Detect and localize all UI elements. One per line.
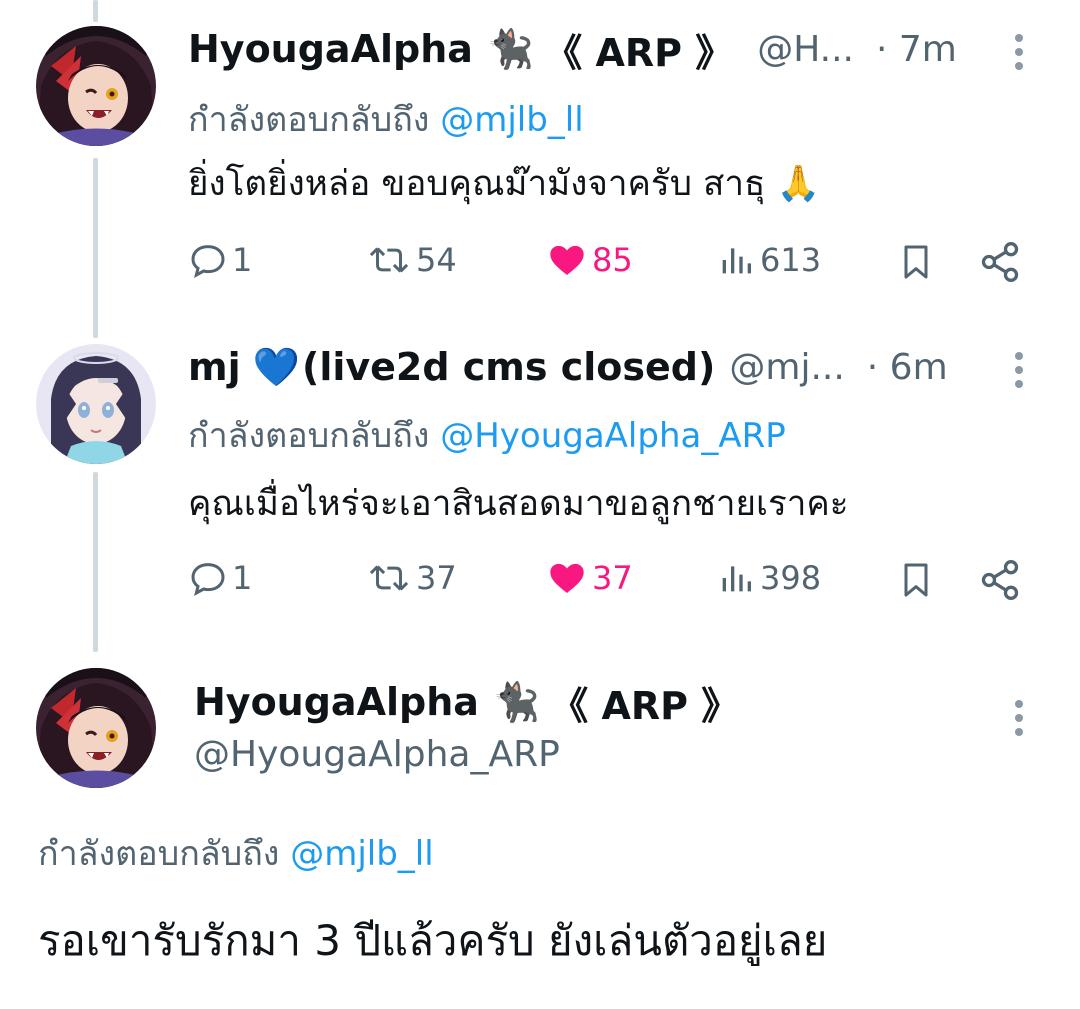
name-tag: 《 ARP 》 bbox=[550, 683, 740, 728]
reply-button[interactable]: 1 bbox=[188, 558, 252, 598]
display-name[interactable]: HyougaAlpha bbox=[194, 680, 479, 724]
reply-count: 1 bbox=[232, 559, 253, 597]
main-tweet-text: รอเขารับรักมา 3 ปีแล้วครับ ยังเล่นตัวอยู… bbox=[38, 916, 828, 965]
retweet-count: 54 bbox=[416, 241, 457, 279]
like-count: 37 bbox=[592, 559, 633, 597]
timestamp[interactable]: · 7m bbox=[876, 29, 957, 70]
tweet-header: HyougaAlpha 🐈‍⬛ 《 ARP 》 @H... · 7m bbox=[188, 24, 957, 75]
share-icon bbox=[981, 242, 1019, 282]
share-button[interactable] bbox=[978, 558, 1022, 602]
retweet-button[interactable]: 54 bbox=[366, 240, 457, 280]
reply-prefix: กำลังตอบกลับถึง bbox=[188, 416, 430, 456]
name-tag: 《 ARP 》 bbox=[544, 30, 734, 75]
bookmark-icon bbox=[904, 245, 928, 279]
retweet-icon bbox=[369, 247, 409, 273]
more-icon[interactable] bbox=[1014, 700, 1024, 742]
main-tweet-header: HyougaAlpha 🐈‍⬛ 《 ARP 》 bbox=[194, 676, 739, 728]
bookmark-button[interactable] bbox=[896, 558, 936, 602]
views-icon bbox=[722, 248, 751, 274]
like-count: 85 bbox=[592, 241, 633, 279]
user-handle[interactable]: @HyougaAlpha_ARP bbox=[194, 734, 560, 775]
share-icon bbox=[981, 560, 1019, 600]
reply-context: กำลังตอบกลับถึง @HyougaAlpha_ARP bbox=[188, 408, 786, 462]
reply-mention[interactable]: @HyougaAlpha_ARP bbox=[440, 416, 786, 456]
views-button[interactable]: 398 bbox=[716, 558, 821, 598]
reply-icon bbox=[191, 563, 225, 596]
name-emoji: 🐈‍⬛ bbox=[492, 679, 541, 724]
reply-mention[interactable]: @mjlb_ll bbox=[290, 834, 434, 874]
share-button[interactable] bbox=[978, 240, 1022, 284]
views-icon bbox=[722, 566, 751, 592]
avatar[interactable] bbox=[36, 344, 156, 464]
tweet-text: คุณเมื่อไหร่จะเอาสินสอดมาขอลูกชายเราคะ bbox=[188, 484, 849, 524]
retweet-count: 37 bbox=[416, 559, 457, 597]
thread-line-top bbox=[93, 0, 98, 22]
avatar[interactable] bbox=[36, 668, 156, 788]
display-name[interactable]: mj bbox=[188, 345, 241, 389]
bookmark-icon bbox=[904, 563, 928, 597]
user-handle[interactable]: @mj... bbox=[729, 347, 844, 388]
tweet-header: mj 💙 (live2d cms closed) @mj... · 6m bbox=[188, 342, 948, 392]
display-name[interactable]: HyougaAlpha bbox=[188, 27, 473, 71]
retweet-button[interactable]: 37 bbox=[366, 558, 457, 598]
views-count: 398 bbox=[760, 559, 822, 597]
heart-icon bbox=[550, 245, 584, 275]
like-button[interactable]: 85 bbox=[546, 240, 633, 280]
reply-prefix: กำลังตอบกลับถึง bbox=[38, 834, 280, 874]
reply-icon bbox=[191, 245, 225, 278]
name-emoji: 💙 bbox=[252, 344, 300, 389]
reply-prefix: กำลังตอบกลับถึง bbox=[188, 100, 430, 140]
tweet-text: ยิ่งโตยิ่งหล่อ ขอบคุณม๊ามังจาครับ สาธุ 🙏 bbox=[188, 164, 821, 204]
views-button[interactable]: 613 bbox=[716, 240, 821, 280]
like-button[interactable]: 37 bbox=[546, 558, 633, 598]
more-icon[interactable] bbox=[1014, 34, 1024, 76]
avatar[interactable] bbox=[36, 26, 156, 146]
reply-count: 1 bbox=[232, 241, 253, 279]
user-handle[interactable]: @H... bbox=[757, 29, 854, 70]
reply-context: กำลังตอบกลับถึง @mjlb_ll bbox=[38, 826, 434, 880]
thread-line-1 bbox=[93, 158, 98, 338]
reply-button[interactable]: 1 bbox=[188, 240, 252, 280]
heart-icon bbox=[550, 563, 584, 593]
timestamp[interactable]: · 6m bbox=[867, 347, 948, 388]
name-tag: (live2d cms closed) bbox=[301, 345, 716, 389]
retweet-icon bbox=[369, 565, 409, 591]
reply-context: กำลังตอบกลับถึง @mjlb_ll bbox=[188, 92, 584, 146]
more-icon[interactable] bbox=[1014, 352, 1024, 394]
bookmark-button[interactable] bbox=[896, 240, 936, 284]
views-count: 613 bbox=[760, 241, 822, 279]
name-emoji: 🐈‍⬛ bbox=[486, 26, 535, 71]
thread-line-2 bbox=[93, 472, 98, 652]
reply-mention[interactable]: @mjlb_ll bbox=[440, 100, 584, 140]
